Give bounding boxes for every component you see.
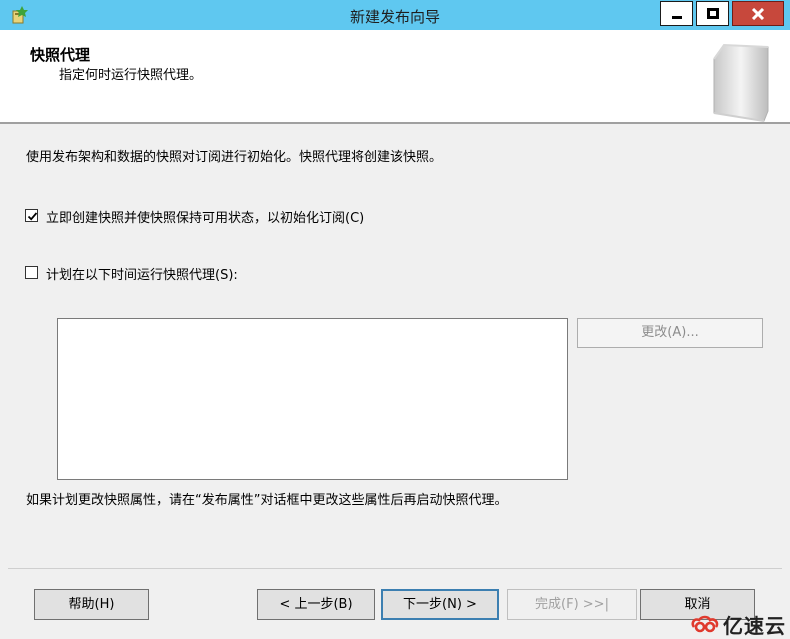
maximize-icon: [706, 7, 719, 19]
minimize-icon: [671, 15, 682, 19]
schedule-description-box: [57, 318, 568, 480]
checkmark-icon: [27, 212, 38, 221]
schedule-snapshot-label[interactable]: 计划在以下时间运行快照代理(S):: [46, 264, 238, 283]
help-button[interactable]: 帮助(H): [34, 589, 149, 620]
watermark-logo-icon: [690, 615, 720, 637]
back-button[interactable]: < 上一步(B): [257, 589, 375, 620]
book-icon: [706, 43, 776, 127]
change-schedule-button[interactable]: 更改(A)...: [577, 318, 763, 348]
title-bar[interactable]: 新建发布向导: [0, 0, 790, 30]
page-subtitle: 指定何时运行快照代理。: [59, 68, 203, 83]
maximize-button[interactable]: [696, 1, 729, 26]
wizard-header: 快照代理 指定何时运行快照代理。: [0, 30, 790, 127]
create-snapshot-now-label[interactable]: 立即创建快照并使快照保持可用状态，以初始化订阅(C): [46, 207, 364, 226]
close-button[interactable]: [732, 1, 784, 26]
close-icon: [751, 7, 765, 20]
create-snapshot-now-checkbox[interactable]: [25, 209, 38, 222]
finish-button[interactable]: 完成(F) >>|: [507, 589, 637, 620]
header-divider: [0, 122, 790, 124]
schedule-snapshot-checkbox[interactable]: [25, 266, 38, 279]
note-text: 如果计划更改快照属性，请在“发布属性”对话框中更改这些属性后再启动快照代理。: [26, 493, 508, 508]
footer-divider: [8, 568, 782, 569]
page-title: 快照代理: [30, 46, 91, 64]
next-button[interactable]: 下一步(N) >: [381, 589, 499, 620]
minimize-button[interactable]: [660, 1, 693, 26]
watermark-text: 亿速云: [723, 614, 786, 638]
description-text: 使用发布架构和数据的快照对订阅进行初始化。快照代理将创建该快照。: [26, 150, 443, 165]
